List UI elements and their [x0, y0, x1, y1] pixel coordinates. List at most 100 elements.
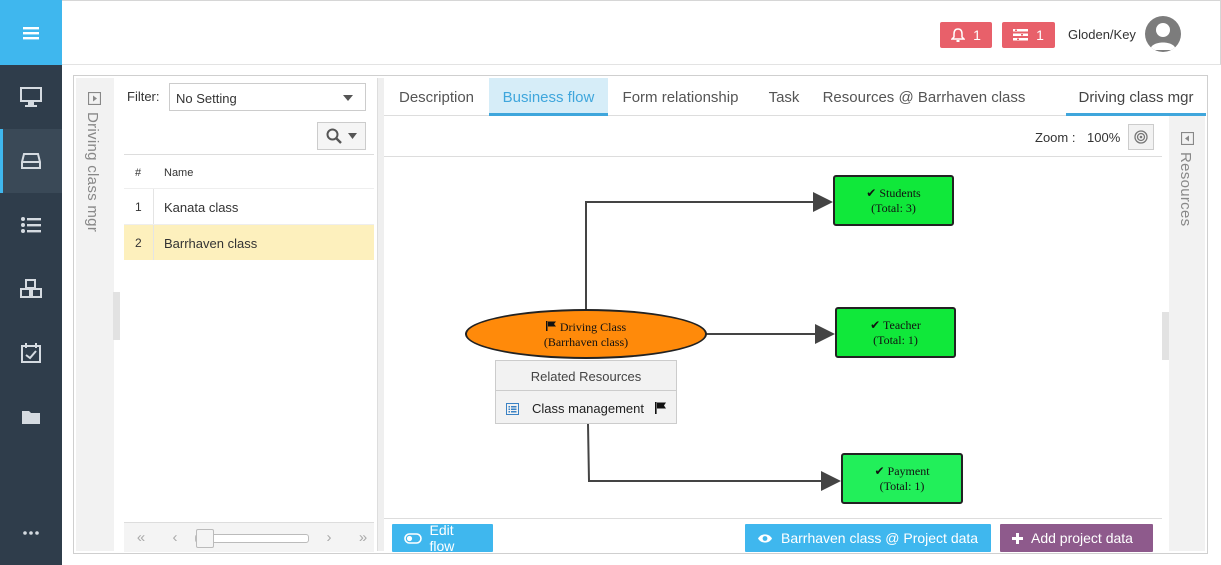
project-data-button[interactable]: Barrhaven class @ Project data [745, 524, 991, 552]
tab-bar: Description Business flow Form relations… [384, 78, 1206, 116]
rail-item-files[interactable] [0, 385, 62, 449]
check-icon: ✔ [866, 186, 877, 200]
flag-icon [655, 402, 666, 414]
tab-business-flow[interactable]: Business flow [489, 78, 608, 116]
monitor-icon [20, 87, 42, 107]
user-avatar-icon [1150, 23, 1176, 50]
last-page-icon[interactable]: » [352, 529, 374, 549]
plus-icon [1012, 532, 1023, 544]
target-icon [1134, 130, 1148, 144]
side-tab-label: Resources [1177, 152, 1194, 227]
calendar-check-icon [21, 343, 41, 363]
tasks-list-icon [1013, 29, 1029, 41]
related-resource-item[interactable]: Class management [496, 392, 676, 424]
filter-label: Filter: [127, 89, 160, 104]
row-divider [153, 225, 154, 260]
search-icon [326, 128, 342, 144]
list-row-selected[interactable]: 2 Barrhaven class [124, 224, 374, 260]
tab-form-relationship[interactable]: Form relationship [608, 78, 753, 116]
messages-count: 1 [1036, 27, 1044, 43]
search-button[interactable] [317, 122, 366, 150]
cubes-icon [20, 279, 42, 298]
bell-icon [951, 28, 966, 42]
zoom-value: 100% [1087, 130, 1121, 145]
eye-icon [758, 533, 772, 543]
side-tab-resources[interactable]: Resources [1169, 116, 1205, 551]
flag-icon [545, 321, 556, 331]
notifications-badge[interactable]: 1 [940, 22, 992, 48]
flow-node-title: ✔ Teacher [837, 318, 954, 333]
add-project-data-label: Add project data [1031, 530, 1133, 546]
list-alt-icon [506, 403, 519, 415]
flow-node-title: ✔ Payment [843, 464, 961, 479]
toggle-icon [404, 532, 422, 544]
project-data-label: Barrhaven class @ Project data [781, 530, 979, 546]
column-header-name: Name [164, 167, 194, 179]
list-icon [21, 217, 41, 233]
flow-center-node[interactable]: Driving Class (Barrhaven class) [465, 309, 707, 359]
rail-item-desktop[interactable] [0, 65, 62, 129]
list-header: # Name [124, 154, 374, 190]
filter-select[interactable]: No Setting [169, 83, 366, 111]
column-header-number: # [135, 167, 142, 179]
center-node-line2: (Barrhaven class) [543, 335, 629, 349]
tab-driving-class-mgr[interactable]: Driving class mgr [1066, 78, 1206, 116]
top-bar: 1 1 Gloden/Key [62, 0, 1221, 65]
hamburger-icon [23, 26, 39, 39]
zoom-label: Zoom : [1035, 130, 1076, 145]
flow-node-payment[interactable]: ✔ Payment (Total: 1) [841, 453, 963, 504]
connector-payment [587, 423, 841, 491]
row-name: Kanata class [164, 200, 239, 215]
row-name: Barrhaven class [164, 236, 258, 251]
flow-node-teacher[interactable]: ✔ Teacher (Total: 1) [835, 307, 956, 358]
right-splitter[interactable] [1162, 312, 1169, 360]
pager-slider-handle[interactable] [196, 529, 214, 548]
check-icon: ✔ [874, 464, 885, 478]
side-tab-driving-class-mgr[interactable]: Driving class mgr [76, 78, 114, 551]
rail-item-list[interactable] [0, 193, 62, 257]
flow-node-title: ✔ Students [835, 186, 952, 201]
user-name[interactable]: Gloden/Key [1068, 27, 1136, 42]
edit-flow-label: Edit flow [429, 522, 455, 554]
related-resources-popup: Related Resources Class management [495, 360, 677, 424]
flow-node-total: (Total: 1) [879, 479, 925, 493]
rail-item-calendar[interactable] [0, 321, 62, 385]
tab-task[interactable]: Task [753, 78, 815, 116]
row-number: 1 [135, 200, 142, 214]
related-resources-title: Related Resources [496, 361, 676, 391]
zoom-reset-button[interactable] [1128, 124, 1154, 150]
edit-flow-button[interactable]: Edit flow [392, 522, 493, 554]
rail-item-more[interactable] [0, 501, 62, 565]
connector-students [585, 192, 833, 309]
tab-description[interactable]: Description [384, 78, 489, 116]
caret-down-icon [348, 133, 357, 139]
menu-toggle-button[interactable] [0, 0, 62, 65]
row-divider [153, 189, 154, 224]
row-number: 2 [135, 236, 142, 250]
more-icon [23, 531, 39, 535]
prev-page-icon[interactable]: ‹ [164, 529, 186, 549]
next-page-icon[interactable]: › [318, 529, 340, 549]
tab-resources[interactable]: Resources @ Barrhaven class [815, 78, 1033, 116]
check-icon: ✔ [870, 318, 881, 332]
rail-item-inbox[interactable] [0, 129, 62, 193]
related-resource-label: Class management [532, 401, 644, 416]
list-row[interactable]: 1 Kanata class [124, 188, 374, 224]
filter-value: No Setting [176, 91, 237, 106]
notifications-count: 1 [973, 27, 981, 43]
folder-icon [22, 411, 40, 424]
collapse-left-icon[interactable] [1181, 132, 1194, 145]
side-tab-label: Driving class mgr [84, 112, 101, 233]
left-splitter[interactable] [113, 292, 120, 340]
rail-item-modules[interactable] [0, 257, 62, 321]
collapse-right-icon[interactable] [88, 92, 101, 105]
avatar[interactable] [1145, 16, 1181, 52]
inbox-icon [21, 153, 41, 169]
center-node-title: Driving Class [467, 320, 705, 335]
messages-badge[interactable]: 1 [1002, 22, 1055, 48]
flow-node-students[interactable]: ✔ Students (Total: 3) [833, 175, 954, 226]
node-title-text: Students [879, 186, 921, 200]
add-project-data-button[interactable]: Add project data [1000, 524, 1153, 552]
first-page-icon[interactable]: « [130, 529, 152, 549]
flow-node-total: (Total: 1) [873, 333, 918, 347]
